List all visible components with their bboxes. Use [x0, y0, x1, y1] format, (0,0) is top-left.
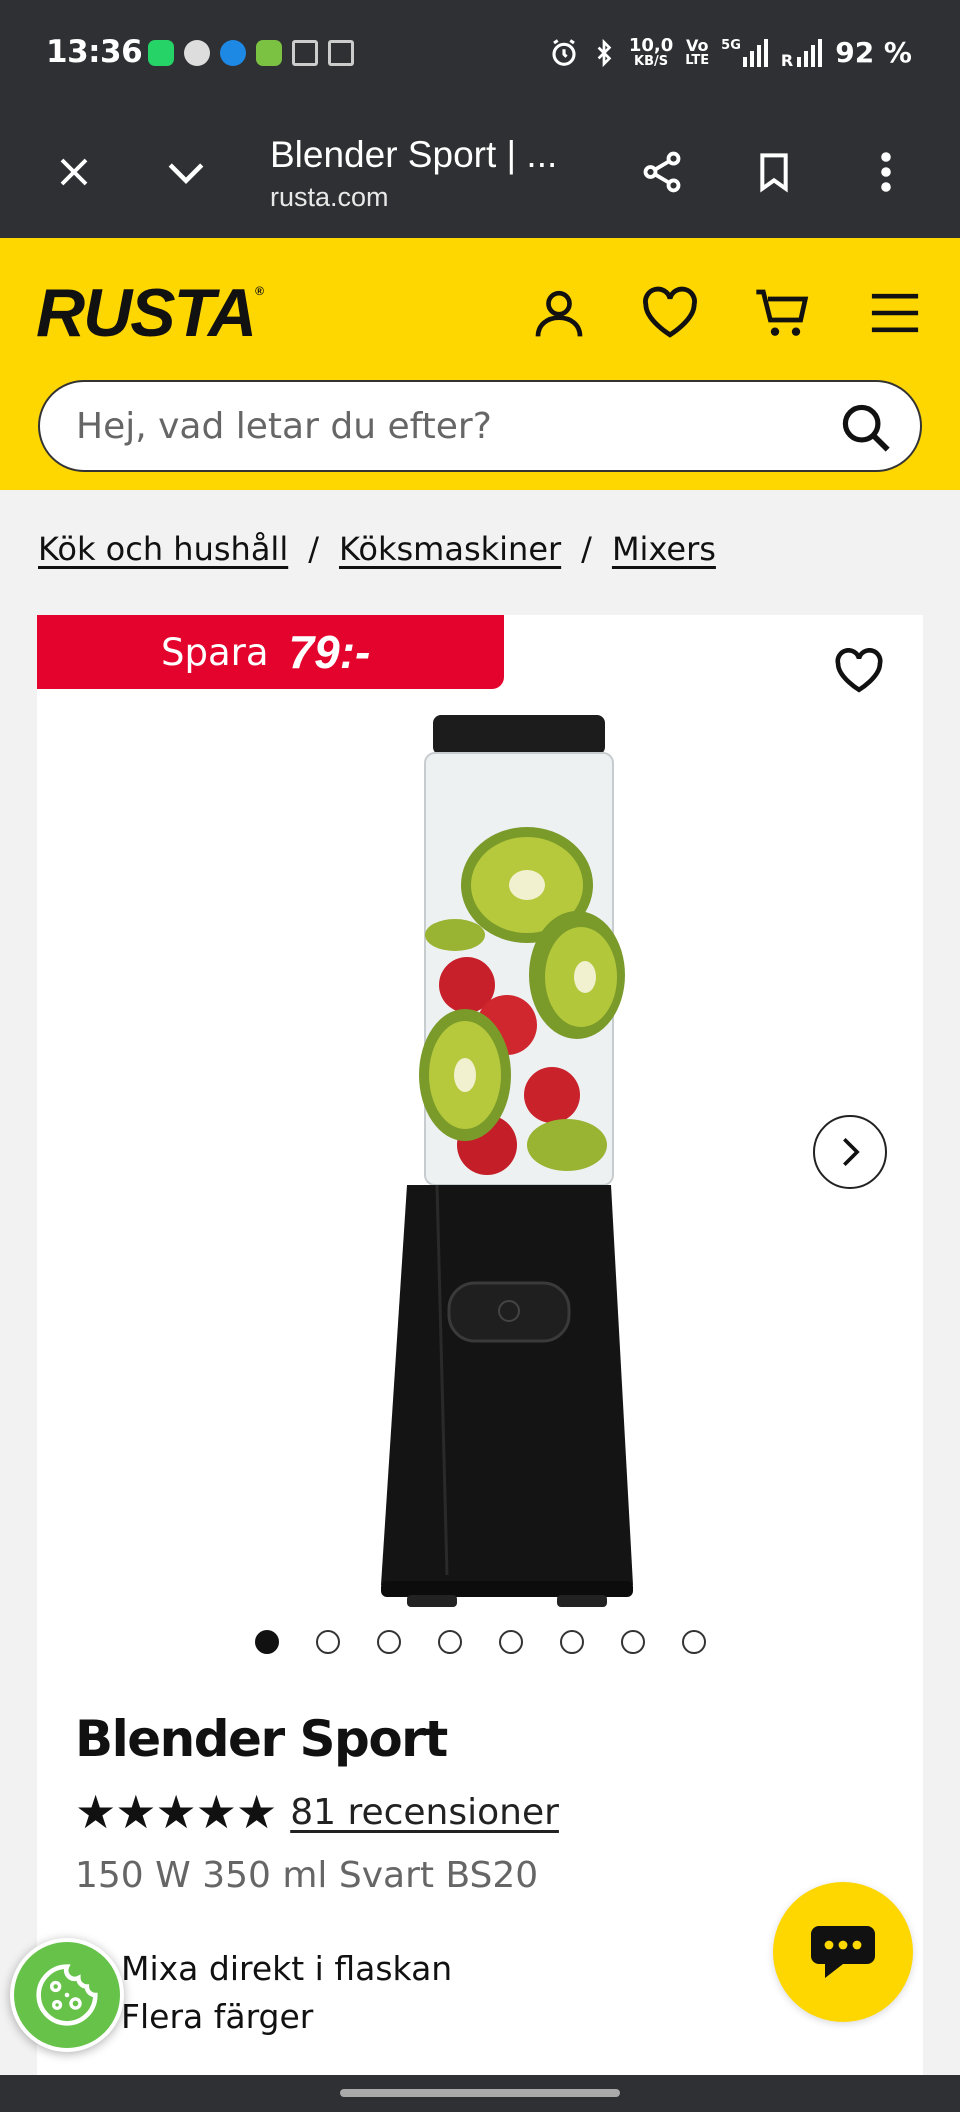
search-icon [842, 404, 890, 452]
battery-level: 92 % [835, 36, 912, 69]
gmail-icon [328, 40, 354, 66]
gmail-icon [292, 40, 318, 66]
browser-toolbar: Blender Sport | ... rusta.com [0, 104, 960, 238]
feature-item: Mixa direkt i flaskan [121, 1949, 453, 1988]
status-indicators: 10,0 KB/S Vo LTE 5G R 92 % [549, 36, 912, 69]
signal-5g: 5G [721, 38, 769, 67]
cart-button[interactable] [747, 278, 817, 348]
product-rating: ★★★★★ 81 recensioner [75, 1785, 559, 1839]
feature-item: Flera färger [121, 1997, 314, 2036]
carousel-dot[interactable] [255, 1630, 279, 1654]
breadcrumb-separator: / [581, 530, 592, 568]
alarm-icon [552, 38, 576, 66]
system-nav-bar [0, 2075, 960, 2112]
notification-icons [148, 40, 354, 66]
hamburger-icon [871, 293, 919, 333]
net-speed: 10,0 KB/S [628, 35, 674, 69]
heart-icon [835, 648, 883, 693]
breadcrumb-koksmaskiner[interactable]: Köksmaskiner [339, 530, 561, 568]
bluetooth-icon [597, 38, 612, 67]
signal-icon [797, 38, 823, 67]
breadcrumb-kok-och-hushall[interactable]: Kök och hushåll [38, 530, 288, 568]
home-gesture-handle[interactable] [340, 2089, 620, 2097]
share-button[interactable] [628, 138, 696, 206]
status-time: 13:36 [46, 34, 143, 70]
close-icon [60, 158, 88, 186]
search-button[interactable] [838, 400, 894, 456]
bookmark-button[interactable] [740, 138, 808, 206]
product-subtitle: 150 W 350 ml Svart BS20 [75, 1855, 539, 1896]
search-bar [38, 380, 922, 472]
minimize-button[interactable] [152, 138, 220, 206]
cart-icon [756, 289, 809, 336]
more-menu-button[interactable] [852, 138, 920, 206]
next-image-button[interactable] [813, 1115, 887, 1189]
reviews-link[interactable]: 81 recensioner [290, 1792, 559, 1833]
user-icon [535, 290, 583, 337]
chevron-down-icon [168, 163, 204, 184]
account-button[interactable] [524, 278, 594, 348]
app-icon [256, 40, 282, 66]
whatsapp-icon [148, 40, 174, 66]
carousel-dot[interactable] [621, 1630, 645, 1654]
save-badge: Spara 79:- [37, 615, 504, 689]
image-carousel-dots [255, 1630, 706, 1654]
rusta-logo[interactable]: RUSTA® [36, 274, 264, 352]
carousel-dot[interactable] [438, 1630, 462, 1654]
carousel-dot[interactable] [316, 1630, 340, 1654]
more-vertical-icon [881, 152, 891, 192]
carousel-dot[interactable] [560, 1630, 584, 1654]
carousel-dot[interactable] [499, 1630, 523, 1654]
product-features: Mixa direkt i flaskan Flera färger [121, 1945, 452, 2041]
close-tab-button[interactable] [40, 138, 108, 206]
product-image[interactable] [337, 715, 637, 1715]
breadcrumb-separator: / [308, 530, 319, 568]
browser-url[interactable]: rusta.com [270, 182, 389, 213]
cloud-icon [220, 40, 246, 66]
chat-icon [811, 1926, 875, 1978]
heart-icon [643, 286, 697, 338]
signal-icon [742, 38, 768, 67]
chevron-right-icon [843, 1137, 860, 1167]
menu-button[interactable] [860, 278, 930, 348]
breadcrumb-mixers[interactable]: Mixers [612, 530, 716, 568]
browser-page-title: Blender Sport | ... [270, 134, 558, 175]
status-bar: 13:36 10,0 KB/S Vo LTE 5G R 92 % [0, 0, 960, 104]
share-icon [643, 151, 681, 193]
search-input[interactable] [76, 382, 816, 470]
carousel-dot[interactable] [682, 1630, 706, 1654]
breadcrumb: Kök och hushåll / Köksmaskiner / Mixers [38, 530, 716, 568]
signal-roaming: R [781, 38, 823, 68]
save-label: Spara [161, 630, 269, 674]
chat-button[interactable] [773, 1882, 913, 2022]
cookie-settings-button[interactable] [10, 1938, 124, 2052]
carousel-dot[interactable] [377, 1630, 401, 1654]
messages-icon [184, 40, 210, 66]
product-name: Blender Sport [75, 1710, 448, 1768]
cookie-icon [36, 1964, 98, 2026]
site-header: RUSTA® [0, 238, 960, 490]
wishlist-button[interactable] [635, 278, 705, 348]
volte-indicator: Vo LTE [685, 36, 710, 68]
save-amount: 79:- [288, 626, 371, 678]
rating-stars: ★★★★★ [75, 1785, 277, 1839]
add-to-favorites-button[interactable] [829, 641, 889, 701]
bookmark-icon [760, 153, 788, 193]
product-card: Spara 79:- Blender Sport ★★★★★ 81 recens… [37, 615, 923, 2075]
